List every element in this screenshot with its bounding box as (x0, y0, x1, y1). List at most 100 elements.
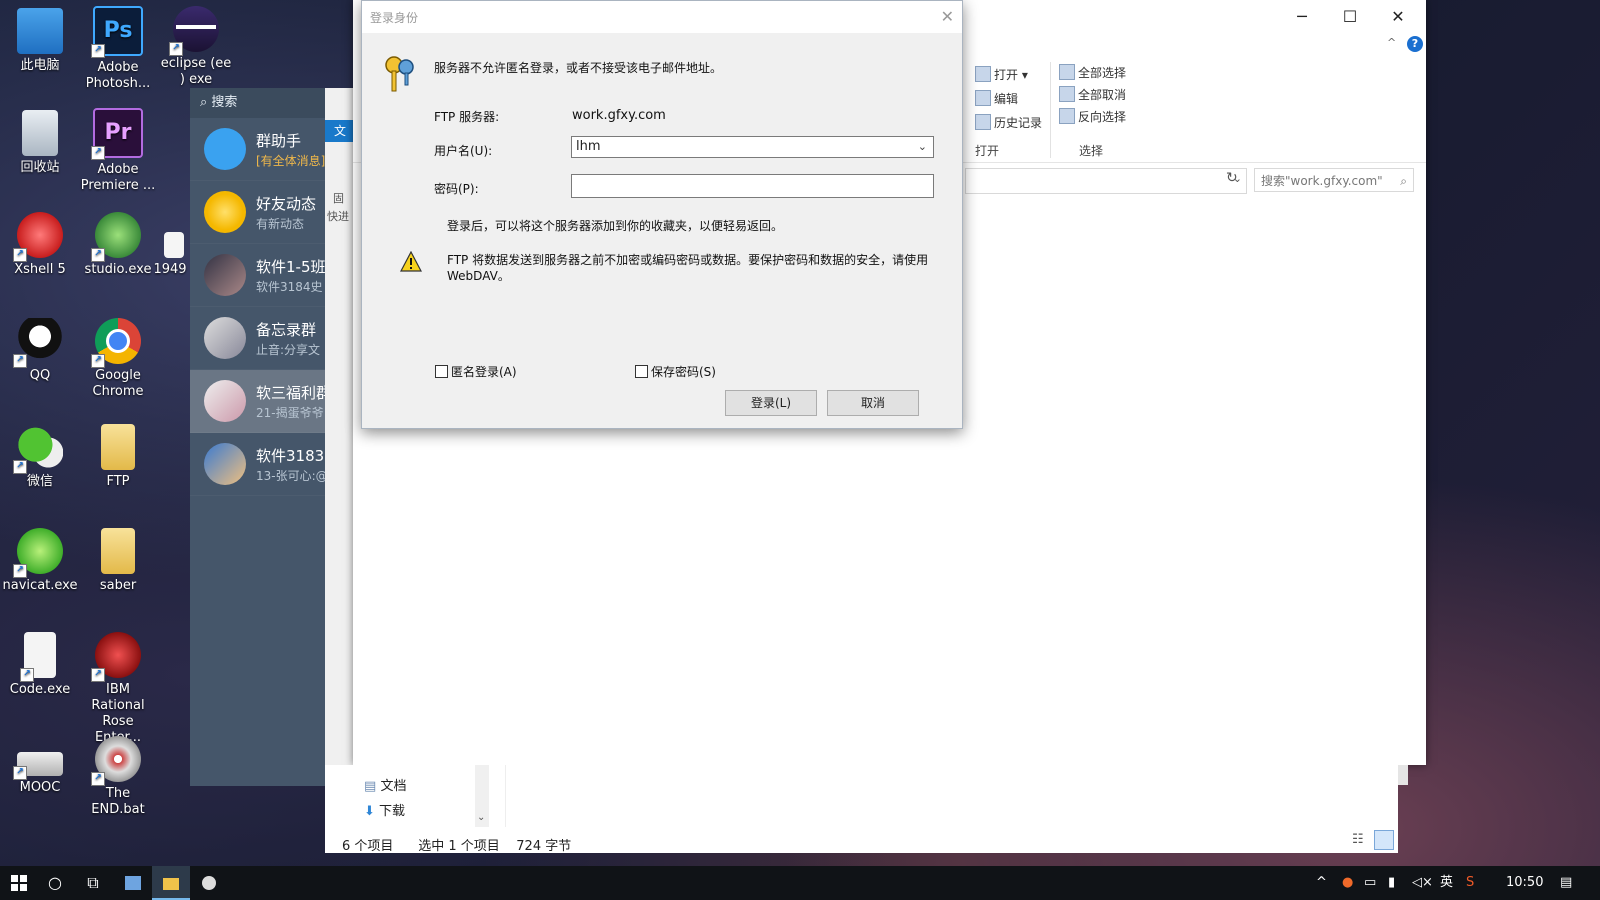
ribbon-open-button[interactable]: 打开 ▾ (975, 66, 1028, 83)
explorer-search-input[interactable]: 搜索"work.gfxy.com" ⌕ (1254, 168, 1414, 192)
ribbon-select-none-button[interactable]: 全部取消 (1059, 86, 1126, 103)
ribbon-edit-button[interactable]: 编辑 (975, 90, 1018, 107)
desktop-icon-computer[interactable]: 此电脑 (2, 8, 78, 74)
folder-icon (101, 424, 135, 470)
nav-item-downloads[interactable]: ⬇ 下载 (364, 800, 405, 819)
tray-app-icon[interactable]: ● (1342, 866, 1353, 900)
group-avatar (204, 380, 246, 422)
checkbox-box[interactable] (635, 365, 648, 378)
file-icon: ↗ (20, 632, 56, 682)
desktop-icon-label: Adobe Photosh... (85, 60, 151, 91)
search-icon: ⌕ (1400, 174, 1407, 188)
password-label: 密码(P): (434, 182, 479, 196)
volume-icon[interactable]: ◁× (1412, 866, 1433, 900)
close-button[interactable]: ✕ (1375, 6, 1421, 28)
clock[interactable]: 10:50 (1506, 866, 1543, 900)
help-icon[interactable]: ? (1407, 36, 1423, 52)
minimize-button[interactable]: ─ (1279, 6, 1325, 28)
folder-icon (163, 878, 179, 890)
desktop-icon-chrome[interactable]: ↗ Google Chrome (80, 318, 156, 400)
qq-search-input[interactable]: ⌕ 搜索 (190, 88, 326, 118)
ribbon-collapse-icon[interactable]: ^ (1387, 36, 1396, 49)
address-bar[interactable]: ⌄ (965, 168, 1247, 194)
large-icons-view-icon[interactable] (1374, 830, 1394, 850)
checkbox-box[interactable] (435, 365, 448, 378)
qq-item-preview: 13-张可心:@ (256, 469, 326, 483)
sogou-icon[interactable]: S (1466, 866, 1474, 900)
dialog-close-button[interactable]: ✕ (941, 7, 954, 26)
task-view-button[interactable]: ⧉ (74, 866, 112, 900)
action-center-icon[interactable]: ▤ (1560, 866, 1572, 900)
qq-list-item[interactable]: 软件1-5班 软件3184史 (190, 244, 326, 307)
username-combobox[interactable]: lhm ⌄ (571, 136, 934, 158)
invert-selection-icon (1059, 108, 1075, 124)
nav-scrollbar[interactable]: ⌄ (475, 765, 489, 827)
desktop-icon-qq[interactable]: ↗ QQ (2, 318, 78, 384)
qq-list-item[interactable]: 群助手 [有全体消息] (190, 118, 326, 181)
qq-list-item[interactable]: 软件3183 13-张可心:@ (190, 433, 326, 496)
scroll-down-icon[interactable]: ⌄ (477, 812, 485, 823)
password-field[interactable] (571, 174, 934, 198)
desktop-icon-xshell[interactable]: ↗ Xshell 5 (2, 212, 78, 278)
desktop-icon-saber[interactable]: saber (80, 528, 156, 594)
qq-item-name: 备忘录群 (256, 321, 317, 339)
navicat-icon: ↗ (13, 528, 63, 578)
search-icon: ⌕ (200, 95, 208, 110)
desktop-icon-navicat[interactable]: ↗ navicat.exe (2, 528, 78, 594)
chrome-icon: ↗ (91, 318, 141, 368)
ribbon-history-button[interactable]: 历史记录 (975, 114, 1042, 131)
desktop-icon-label: The END.bat (91, 786, 145, 817)
taskbar-app-control-panel[interactable] (114, 866, 152, 900)
desktop-icon-label: FTP (106, 474, 130, 489)
qq-item-name: 好友动态 (256, 195, 317, 213)
desktop-icon-1949[interactable]: 1949 (150, 232, 190, 278)
maximize-button[interactable]: ☐ (1327, 6, 1373, 28)
desktop-icon-eclipse[interactable]: ↗ eclipse (ee ) exe (158, 6, 234, 88)
document-icon: ▤ (364, 779, 377, 794)
desktop-icon-android-studio[interactable]: ↗ studio.exe (80, 212, 156, 278)
ribbon-invert-selection-button[interactable]: 反向选择 (1059, 108, 1126, 125)
desktop-icon-the-end[interactable]: ↗ The END.bat (80, 736, 156, 818)
chevron-down-icon[interactable]: ⌄ (918, 137, 927, 157)
cancel-button[interactable]: 取消 (827, 390, 919, 416)
desktop-icon-photoshop[interactable]: Ps ↗ Adobe Photosh... (80, 6, 156, 92)
file-icon (164, 232, 184, 258)
qq-item-preview: 21-揭蛋爷爷 (256, 406, 324, 420)
ime-indicator[interactable]: 英 (1440, 866, 1453, 900)
save-password-checkbox[interactable]: 保存密码(S) (635, 363, 716, 380)
cortana-button[interactable]: ○ (36, 866, 74, 900)
folder-icon (101, 528, 135, 574)
network-icon[interactable]: ▭ (1364, 866, 1376, 900)
mooc-icon: ↗ (13, 752, 63, 780)
desktop-icon-premiere[interactable]: Pr ↗ Adobe Premiere ... (80, 108, 156, 194)
ftp-server-label: FTP 服务器: (434, 110, 500, 124)
qq-list-item[interactable]: 好友动态 有新动态 (190, 181, 326, 244)
anonymous-login-checkbox[interactable]: 匿名登录(A) (435, 363, 517, 380)
dialog-message: 服务器不允许匿名登录，或者不接受该电子邮件地址。 (434, 61, 723, 75)
desktop-icon-wechat[interactable]: ↗ 微信 (2, 424, 78, 490)
nav-item-documents[interactable]: ▤ 文档 (364, 775, 406, 794)
start-button[interactable] (0, 866, 38, 900)
qq-item-name: 群助手 (256, 132, 302, 150)
details-view-icon[interactable]: ☷ (1352, 832, 1364, 847)
task-view-icon: ⧉ (87, 873, 99, 892)
taskbar-app-file-explorer[interactable] (152, 866, 190, 900)
explorer-file-tab[interactable]: 文 (325, 120, 355, 142)
eclipse-icon: ↗ (169, 6, 219, 56)
qq-list-item[interactable]: 备忘录群 止音:分享文 (190, 307, 326, 370)
desktop-icon-ftp[interactable]: FTP (80, 424, 156, 490)
group-avatar (204, 317, 246, 359)
tray-show-hidden-icons[interactable]: ^ (1316, 866, 1327, 900)
desktop-icon-recycle-bin[interactable]: 回收站 (2, 110, 78, 176)
login-button[interactable]: 登录(L) (725, 390, 817, 416)
refresh-icon[interactable]: ↻ (1226, 170, 1238, 186)
ribbon-select-all-button[interactable]: 全部选择 (1059, 64, 1126, 81)
desktop-icon-mooc[interactable]: ↗ MOOC (2, 752, 78, 796)
taskbar-app-qq[interactable] (190, 866, 228, 900)
desktop-icon-rational-rose[interactable]: ↗ IBM Rational Rose Enter... (80, 632, 156, 746)
desktop-icon-code[interactable]: ↗ Code.exe (2, 632, 78, 698)
search-placeholder: 搜索"work.gfxy.com" (1261, 174, 1383, 188)
qq-list-item-selected[interactable]: 软三福利群 21-揭蛋爷爷 (190, 370, 326, 433)
qq-item-name: 软件1-5班 (256, 258, 326, 276)
battery-icon[interactable]: ▮ (1388, 866, 1395, 900)
